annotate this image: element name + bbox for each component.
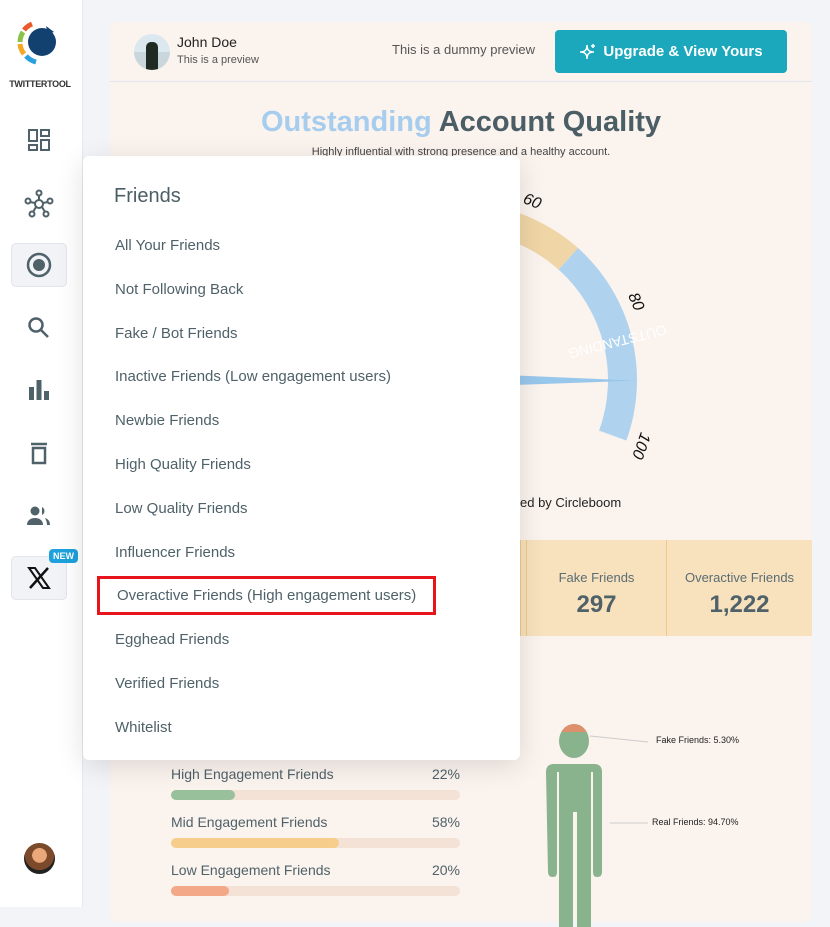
sidebar-item-x[interactable]: NEW bbox=[11, 549, 78, 600]
stat-fake-friends: Fake Friends 297 bbox=[526, 540, 666, 636]
menu-item-high-quality-friends[interactable]: High Quality Friends bbox=[115, 456, 251, 473]
engagement-label: Mid Engagement Friends bbox=[171, 814, 328, 830]
sidebar-item-network[interactable] bbox=[11, 182, 67, 226]
radio-target-icon bbox=[26, 252, 52, 278]
logo-text: TWITTERTOOL bbox=[9, 79, 71, 89]
network-icon bbox=[24, 189, 54, 218]
trash-icon bbox=[31, 442, 47, 465]
sidebar-item-search[interactable] bbox=[11, 306, 67, 350]
engagement-bar bbox=[171, 790, 460, 800]
menu-item-inactive-friends-low-engagement-users[interactable]: Inactive Friends (Low engagement users) bbox=[115, 368, 391, 385]
engagement-percent: 20% bbox=[431, 862, 460, 878]
sidebar-item-dashboard[interactable] bbox=[11, 118, 67, 162]
engagement-bar-fill bbox=[171, 838, 339, 848]
new-badge: NEW bbox=[49, 549, 78, 563]
dashboard-icon bbox=[28, 129, 50, 151]
sidebar-item-friends[interactable] bbox=[11, 243, 67, 287]
real-friends-label: Real Friends: 94.70% bbox=[652, 817, 739, 827]
sidebar-item-analytics[interactable] bbox=[11, 368, 67, 412]
stat-label: Fake Friends bbox=[558, 570, 635, 585]
engagement-bar-fill bbox=[171, 886, 229, 896]
users-icon bbox=[27, 506, 50, 525]
fake-friends-label: Fake Friends: 5.30% bbox=[656, 735, 740, 745]
user-avatar[interactable] bbox=[24, 843, 55, 874]
sidebar-item-users[interactable] bbox=[11, 494, 67, 538]
bar-chart-icon bbox=[29, 380, 49, 400]
engagement-row: Mid Engagement Friends 58% bbox=[171, 814, 460, 848]
menu-item-egghead-friends[interactable]: Egghead Friends bbox=[115, 631, 229, 648]
menu-item-newbie-friends[interactable]: Newbie Friends bbox=[115, 412, 219, 429]
figure-leader-lines bbox=[589, 735, 649, 824]
menu-item-fake-bot-friends[interactable]: Fake / Bot Friends bbox=[115, 325, 238, 342]
credit-text: ed by Circleboom bbox=[520, 495, 622, 510]
menu-item-not-following-back[interactable]: Not Following Back bbox=[115, 281, 243, 298]
menu-item-all-your-friends[interactable]: All Your Friends bbox=[115, 237, 220, 254]
stat-value: 1,222 bbox=[709, 591, 770, 618]
stat-label: Overactive Friends bbox=[684, 570, 795, 585]
menu-item-overactive-friends-high-engagement-users[interactable]: Overactive Friends (High engagement user… bbox=[97, 576, 437, 616]
stat-overactive-friends: Overactive Friends 1,222 bbox=[666, 540, 812, 636]
gauge-tick-label: 60 bbox=[521, 191, 544, 213]
friends-dropdown-menu: Friends All Your Friends Not Following Ba… bbox=[83, 156, 520, 760]
engagement-row: High Engagement Friends 22% bbox=[171, 766, 460, 800]
menu-item-whitelist[interactable]: Whitelist bbox=[115, 719, 172, 736]
search-icon bbox=[28, 317, 49, 338]
engagement-label: High Engagement Friends bbox=[171, 766, 334, 782]
sidebar: TWITTERTOOL NEW bbox=[0, 0, 83, 907]
engagement-label: Low Engagement Friends bbox=[171, 862, 331, 878]
gauge-tick-label: 80 bbox=[624, 290, 647, 313]
x-logo-icon bbox=[27, 567, 51, 589]
twittertool-logo[interactable] bbox=[16, 20, 62, 66]
engagement-row: Low Engagement Friends 20% bbox=[171, 862, 460, 896]
engagement-percent: 22% bbox=[431, 766, 460, 782]
sidebar-item-delete[interactable] bbox=[11, 431, 67, 475]
stat-value: 297 bbox=[576, 591, 617, 618]
menu-title: Friends bbox=[114, 185, 181, 207]
gauge-tick-label: 100 bbox=[628, 430, 653, 461]
menu-item-influencer-friends[interactable]: Influencer Friends bbox=[115, 544, 235, 561]
engagement-bar bbox=[171, 838, 460, 848]
engagement-percent: 58% bbox=[431, 814, 460, 830]
menu-item-verified-friends[interactable]: Verified Friends bbox=[115, 675, 219, 692]
menu-item-low-quality-friends[interactable]: Low Quality Friends bbox=[115, 500, 248, 517]
engagement-bar bbox=[171, 886, 460, 896]
engagement-bar-fill bbox=[171, 790, 235, 800]
